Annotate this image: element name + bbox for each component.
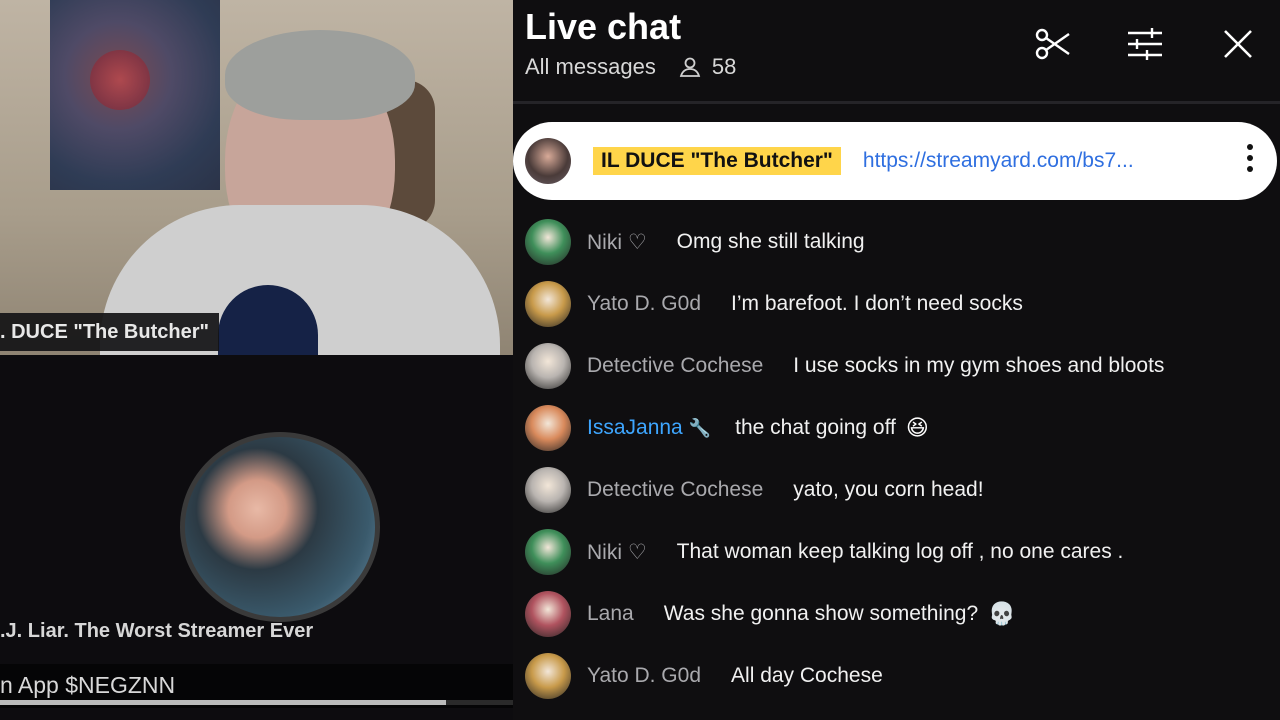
chat-message[interactable]: Detective Cochese I use socks in my gym … — [525, 341, 1174, 391]
close-icon — [1224, 30, 1252, 58]
avatar[interactable] — [525, 138, 571, 184]
message-text: All day Cochese — [731, 664, 883, 687]
avatar[interactable] — [525, 343, 571, 389]
chat-settings-button[interactable] — [1123, 22, 1167, 66]
message-author[interactable]: Detective Cochese — [587, 354, 763, 378]
host-nameplate: . DUCE "The Butcher" — [0, 313, 219, 351]
message-author[interactable]: Lana — [587, 602, 634, 626]
message-text: Was she gonna show something? — [663, 602, 979, 625]
message-emoji: 😆 — [905, 415, 929, 440]
ticker-text: n App $NEGZNN — [0, 672, 176, 698]
message-author[interactable]: Yato D. G0d — [587, 292, 701, 316]
chat-message[interactable]: Niki ♡ That woman keep talking log off ,… — [525, 527, 1133, 577]
chat-message[interactable]: Yato D. G0d I’m barefoot. I don’t need s… — [525, 279, 1033, 329]
message-text: yato, you corn head! — [793, 478, 984, 501]
avatar[interactable] — [525, 281, 571, 327]
pinned-link[interactable]: https://streamyard.com/bs7... — [863, 149, 1134, 173]
viewer-count: 58 — [711, 54, 737, 79]
avatar[interactable] — [525, 653, 571, 699]
message-text: That woman keep talking log off , no one… — [676, 540, 1124, 563]
chat-message[interactable]: Lana Was she gonna show something? 💀 — [525, 589, 1016, 639]
message-text: I use socks in my gym shoes and bloots — [793, 354, 1165, 377]
avatar[interactable] — [525, 405, 571, 451]
message-author[interactable]: IssaJanna — [587, 416, 683, 440]
stream-video[interactable]: . DUCE "The Butcher" .J. Liar. The Worst… — [0, 0, 513, 720]
message-author[interactable]: Niki ♡ — [587, 540, 647, 565]
chat-filter-label[interactable]: All messages — [525, 54, 656, 80]
message-author[interactable]: Niki ♡ — [587, 230, 647, 255]
clip-button[interactable] — [1031, 22, 1075, 66]
message-author[interactable]: Yato D. G0d — [587, 664, 701, 688]
host-camera-feed — [0, 0, 513, 355]
chat-message[interactable]: Niki ♡ Omg she still talking — [525, 217, 875, 267]
scissors-icon — [1035, 28, 1070, 60]
video-progress-fill — [0, 700, 447, 705]
sliders-icon — [1128, 28, 1162, 60]
avatar[interactable] — [525, 219, 571, 265]
chat-header: Live chat All messages 58 — [513, 0, 1280, 104]
message-author[interactable]: Detective Cochese — [587, 478, 763, 502]
chat-message[interactable]: IssaJanna 🔧 the chat going off 😆 — [525, 403, 929, 453]
guest-avatar-ring — [180, 432, 380, 622]
guest-avatar — [185, 437, 375, 617]
chat-filter-row[interactable]: All messages 58 — [525, 54, 736, 80]
live-chat-panel: Live chat All messages 58 IL DUCE "The B… — [513, 0, 1280, 720]
close-chat-button[interactable] — [1216, 22, 1260, 66]
wrench-icon: 🔧 — [688, 417, 712, 438]
video-progress-bar[interactable] — [0, 700, 513, 705]
message-text: I’m barefoot. I don’t need socks — [731, 292, 1023, 315]
message-text: the chat going off — [735, 416, 896, 439]
chat-message[interactable]: Detective Cochese yato, you corn head! — [525, 465, 994, 515]
chat-message[interactable]: Yato D. G0d All day Cochese — [525, 651, 893, 701]
skull-icon: 💀 — [988, 601, 1016, 626]
pinned-message[interactable]: IL DUCE "The Butcher" https://streamyard… — [513, 122, 1277, 200]
guest-nameplate: .J. Liar. The Worst Streamer Ever — [0, 620, 314, 642]
chat-title: Live chat — [525, 6, 682, 47]
avatar[interactable] — [525, 529, 571, 575]
avatar[interactable] — [525, 467, 571, 513]
message-text: Omg she still talking — [676, 230, 865, 253]
more-options-icon[interactable] — [1245, 144, 1255, 178]
pinned-author: IL DUCE "The Butcher" — [593, 147, 841, 175]
avatar[interactable] — [525, 591, 571, 637]
person-icon — [679, 57, 701, 77]
